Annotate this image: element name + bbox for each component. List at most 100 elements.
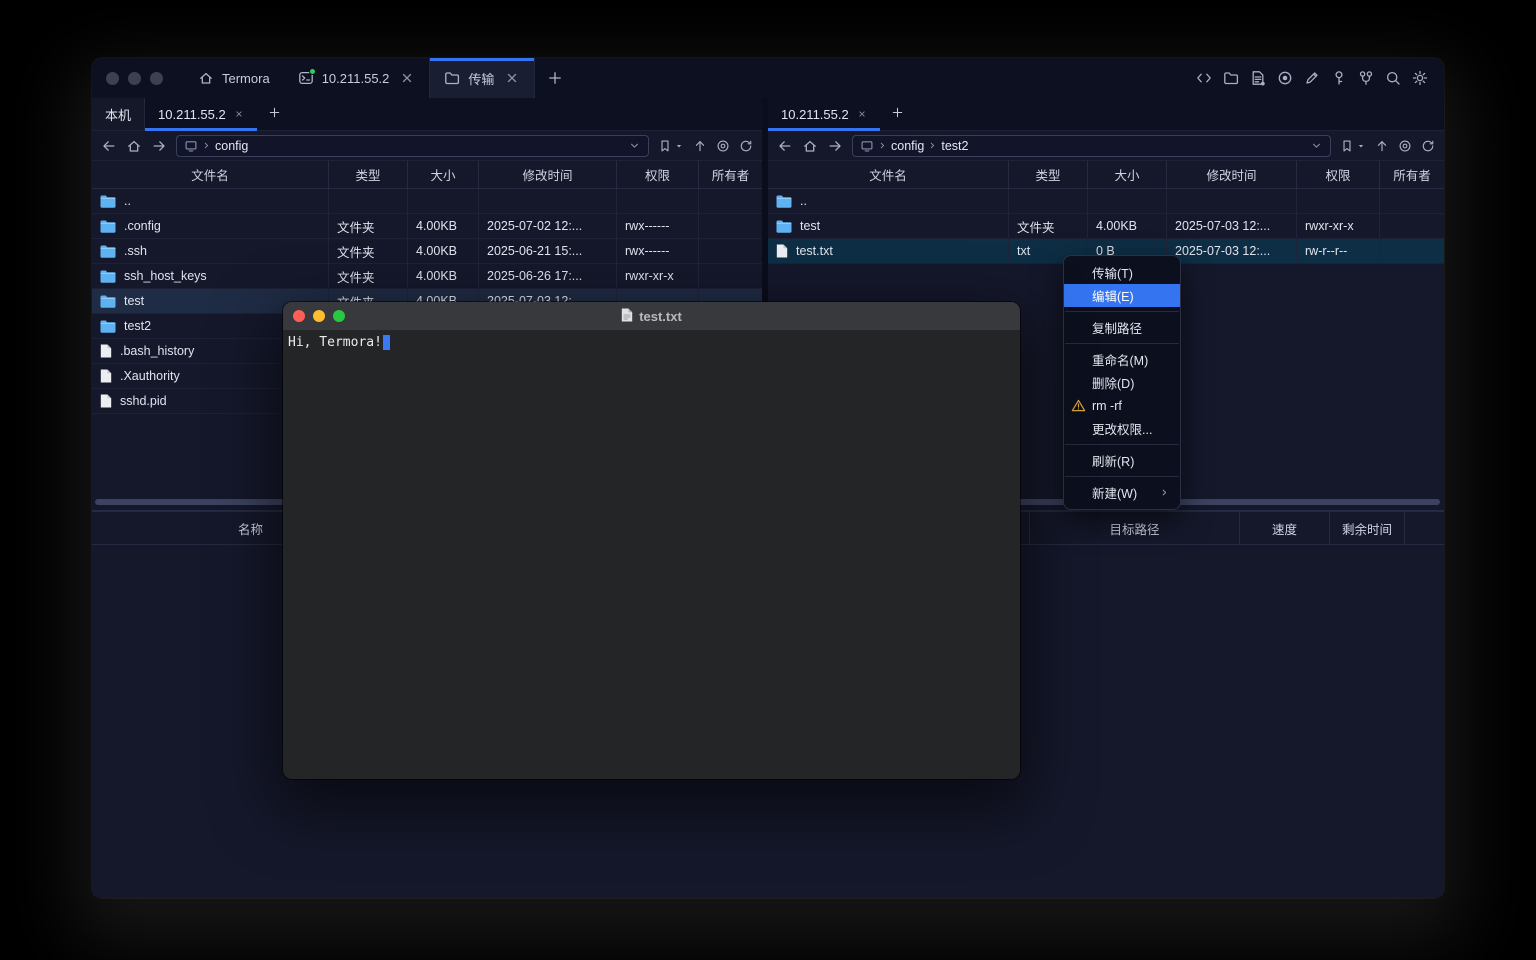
forward-button[interactable] <box>827 138 843 154</box>
file-row[interactable]: .. <box>768 189 1444 214</box>
close-icon[interactable] <box>857 109 867 119</box>
window-controls[interactable] <box>92 58 184 98</box>
tab-termora-home[interactable]: Termora <box>184 58 284 98</box>
back-button[interactable] <box>101 138 117 154</box>
column-header-2[interactable]: 大小 <box>1088 161 1167 188</box>
close-icon[interactable] <box>399 70 415 86</box>
menu-item-删除(D)[interactable]: 删除(D) <box>1064 371 1180 394</box>
close-icon[interactable] <box>504 70 520 86</box>
editor-content[interactable]: Hi, Termora! <box>283 330 1020 779</box>
upload-button[interactable] <box>1375 139 1389 153</box>
show-hidden-files-button[interactable] <box>1398 139 1412 153</box>
pane-toolbar: config <box>92 131 762 160</box>
tab-ssh-session[interactable]: 10.211.55.2 <box>284 58 430 98</box>
key-icon[interactable] <box>1331 70 1347 86</box>
pane-tab-10.211.55.2[interactable]: 10.211.55.2 <box>768 98 880 130</box>
column-header-2[interactable]: 大小 <box>408 161 479 188</box>
keychain-icon[interactable] <box>1358 70 1374 86</box>
file-row[interactable]: .. <box>92 189 762 214</box>
editor-minimize-button[interactable] <box>313 310 325 322</box>
path-input[interactable]: config <box>176 135 649 157</box>
chevron-down-icon[interactable] <box>1310 139 1323 152</box>
column-header-3[interactable]: 修改时间 <box>479 161 617 188</box>
column-header-5[interactable]: 所有者 <box>1380 161 1444 188</box>
folder-icon <box>100 270 116 283</box>
column-header-0[interactable]: 文件名 <box>92 161 329 188</box>
column-header-3[interactable]: 修改时间 <box>1167 161 1297 188</box>
close-icon[interactable] <box>234 109 244 119</box>
file-row[interactable]: ssh_host_keys文件夹4.00KB2025-06-26 17:...r… <box>92 264 762 289</box>
new-tab-button[interactable] <box>535 58 575 98</box>
menu-item-重命名(M)[interactable]: 重命名(M) <box>1064 348 1180 371</box>
upload-button[interactable] <box>693 139 707 153</box>
chevron-right-icon <box>877 140 888 151</box>
path-input[interactable]: configtest2 <box>852 135 1331 157</box>
menu-item-复制路径[interactable]: 复制路径 <box>1064 316 1180 339</box>
folder-icon[interactable] <box>1223 70 1239 86</box>
back-button[interactable] <box>777 138 793 154</box>
column-header-1[interactable]: 类型 <box>329 161 408 188</box>
editor-title: test.txt <box>283 308 1020 325</box>
transfer-column-header[interactable]: 速度 <box>1240 512 1330 544</box>
editor-close-button[interactable] <box>293 310 305 322</box>
chevron-down-icon[interactable] <box>628 139 641 152</box>
bookmark-icon[interactable] <box>1340 139 1354 153</box>
menu-item-label: 重命名(M) <box>1092 350 1148 369</box>
bookmark-group <box>1340 139 1366 153</box>
file-row[interactable]: .ssh文件夹4.00KB2025-06-21 15:...rwx------ <box>92 239 762 264</box>
file-owner-cell <box>699 239 762 264</box>
editor-zoom-button[interactable] <box>333 310 345 322</box>
menu-item-更改权限...[interactable]: 更改权限... <box>1064 417 1180 440</box>
home-icon <box>198 70 214 86</box>
pane-tab-bar: 10.211.55.2 <box>768 98 1444 131</box>
file-perm-cell: rw-r--r-- <box>1297 239 1380 264</box>
menu-item-label: rm -rf <box>1092 399 1122 413</box>
file-perm-cell <box>617 189 699 214</box>
menu-item-rm -rf[interactable]: rm -rf <box>1064 394 1180 417</box>
bookmark-icon[interactable] <box>658 139 672 153</box>
close-window-button[interactable] <box>106 72 119 85</box>
document-icon <box>621 308 633 325</box>
bookmark-dropdown-icon[interactable] <box>674 141 684 151</box>
file-name: .ssh <box>124 244 147 258</box>
file-name: test <box>124 294 144 308</box>
transfer-column-header[interactable]: 剩余时间 <box>1330 512 1405 544</box>
home-button[interactable] <box>126 138 142 154</box>
new-pane-tab-button[interactable] <box>880 98 915 130</box>
edit-icon[interactable] <box>1304 70 1320 86</box>
zoom-window-button[interactable] <box>150 72 163 85</box>
home-button[interactable] <box>802 138 818 154</box>
minimize-window-button[interactable] <box>128 72 141 85</box>
show-hidden-files-button[interactable] <box>716 139 730 153</box>
macro-record-icon[interactable] <box>1277 70 1293 86</box>
folder-icon <box>100 220 116 233</box>
column-header-4[interactable]: 权限 <box>1297 161 1380 188</box>
menu-item-新建(W)[interactable]: 新建(W) <box>1064 481 1180 504</box>
menu-item-编辑(E)[interactable]: 编辑(E) <box>1064 284 1180 307</box>
new-pane-tab-button[interactable] <box>257 98 292 130</box>
menu-item-刷新(R)[interactable]: 刷新(R) <box>1064 449 1180 472</box>
tab-label: Termora <box>222 71 270 86</box>
search-icon[interactable] <box>1385 70 1401 86</box>
file-row[interactable]: test文件夹4.00KB2025-07-03 12:...rwxr-xr-x <box>768 214 1444 239</box>
column-header-1[interactable]: 类型 <box>1009 161 1088 188</box>
menu-item-传输(T)[interactable]: 传输(T) <box>1064 261 1180 284</box>
pane-tab-10.211.55.2[interactable]: 10.211.55.2 <box>145 98 257 130</box>
file-row[interactable]: .config文件夹4.00KB2025-07-02 12:...rwx----… <box>92 214 762 239</box>
forward-button[interactable] <box>151 138 167 154</box>
transfer-column-header[interactable]: 目标路径 <box>1030 512 1240 544</box>
file-perm-cell: rwxr-xr-x <box>1297 214 1380 239</box>
refresh-button[interactable] <box>739 139 753 153</box>
column-header-5[interactable]: 所有者 <box>699 161 762 188</box>
path-segment: config <box>891 139 924 153</box>
refresh-button[interactable] <box>1421 139 1435 153</box>
editor-window-controls[interactable] <box>283 310 345 322</box>
tab-transfer[interactable]: 传输 <box>429 58 535 98</box>
column-header-0[interactable]: 文件名 <box>768 161 1009 188</box>
settings-icon[interactable] <box>1412 70 1428 86</box>
pane-tab-本机[interactable]: 本机 <box>92 98 145 130</box>
bookmark-dropdown-icon[interactable] <box>1356 141 1366 151</box>
code-icon[interactable] <box>1196 70 1212 86</box>
column-header-4[interactable]: 权限 <box>617 161 699 188</box>
log-icon[interactable] <box>1250 70 1266 86</box>
